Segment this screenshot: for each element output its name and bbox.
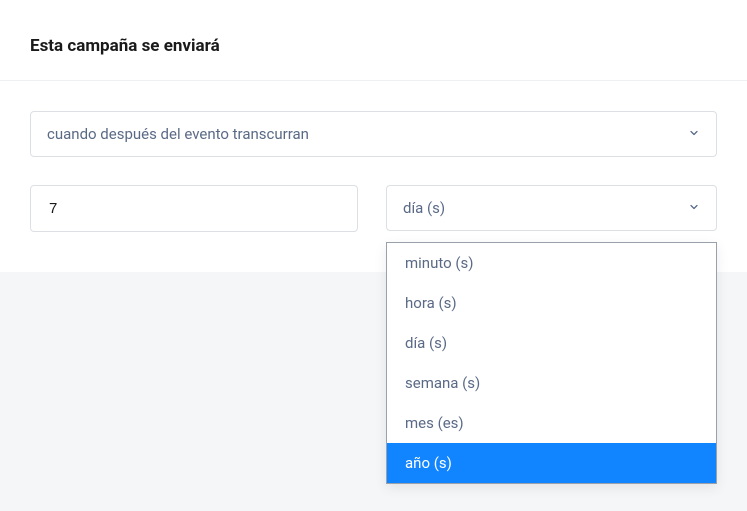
quantity-unit-row: día (s) minuto (s)hora (s)día (s)semana … (30, 185, 717, 232)
unit-select-value: día (s) (403, 199, 445, 217)
unit-option[interactable]: mes (es) (387, 403, 716, 443)
panel-content: cuando después del evento transcurran dí… (0, 81, 747, 232)
unit-dropdown: minuto (s)hora (s)día (s)semana (s)mes (… (386, 242, 717, 484)
unit-option[interactable]: año (s) (387, 443, 716, 483)
panel-header: Esta campaña se enviará (0, 0, 747, 81)
chevron-down-icon (688, 199, 700, 217)
condition-select-value: cuando después del evento transcurran (47, 125, 309, 143)
unit-wrapper: día (s) minuto (s)hora (s)día (s)semana … (386, 185, 717, 232)
condition-select[interactable]: cuando después del evento transcurran (30, 111, 717, 157)
campaign-send-panel: Esta campaña se enviará cuando después d… (0, 0, 747, 272)
unit-option[interactable]: minuto (s) (387, 243, 716, 283)
unit-select[interactable]: día (s) (386, 185, 717, 231)
panel-title: Esta campaña se enviará (30, 36, 717, 56)
unit-option[interactable]: día (s) (387, 323, 716, 363)
quantity-input[interactable] (30, 185, 358, 232)
chevron-down-icon (688, 125, 700, 143)
unit-option[interactable]: hora (s) (387, 283, 716, 323)
condition-row: cuando después del evento transcurran (30, 111, 717, 157)
unit-option[interactable]: semana (s) (387, 363, 716, 403)
